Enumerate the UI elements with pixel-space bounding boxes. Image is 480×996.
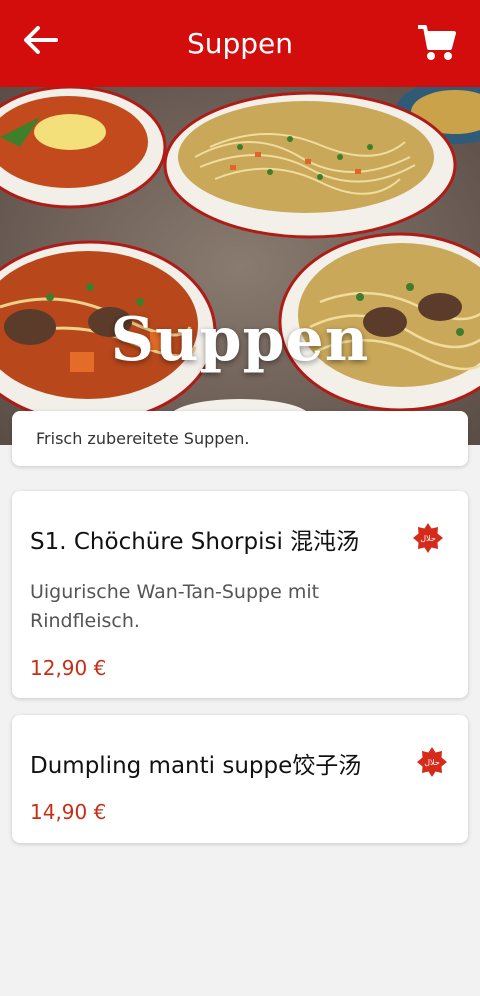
category-description-card: Frisch zubereitete Suppen.	[12, 411, 468, 466]
menu-item-card[interactable]: Dumpling manti suppe饺子汤 حلال 14,90 €	[12, 715, 468, 843]
item-price: 14,90 €	[30, 800, 107, 824]
back-button[interactable]	[18, 20, 64, 62]
item-description: Uigurische Wan-Tan-Suppe mit Rindfleisch…	[30, 581, 320, 632]
menu-item-card[interactable]: S1. Chöchüre Shorpisi 混沌汤 حلال Uigurisch…	[12, 491, 468, 698]
item-price: 12,90 €	[30, 656, 107, 680]
arrow-left-icon	[24, 26, 58, 54]
page-title: Suppen	[186, 27, 294, 60]
cart-button[interactable]	[416, 22, 456, 64]
category-description: Frisch zubereitete Suppen.	[36, 429, 250, 448]
halal-label: حلال	[420, 534, 436, 543]
soup-bowls-illustration	[0, 87, 480, 445]
halal-badge-icon: حلال	[413, 523, 443, 553]
item-name: S1. Chöchüre Shorpisi 混沌汤	[30, 529, 360, 555]
halal-label: حلال	[424, 758, 440, 767]
item-name: Dumpling manti suppe饺子汤	[30, 753, 362, 779]
halal-badge-icon: حلال	[417, 747, 447, 777]
app-bar: Suppen	[0, 0, 480, 87]
shopping-cart-icon	[418, 25, 456, 60]
hero-title: Suppen	[110, 305, 370, 375]
hero-image: Suppen	[0, 87, 480, 445]
